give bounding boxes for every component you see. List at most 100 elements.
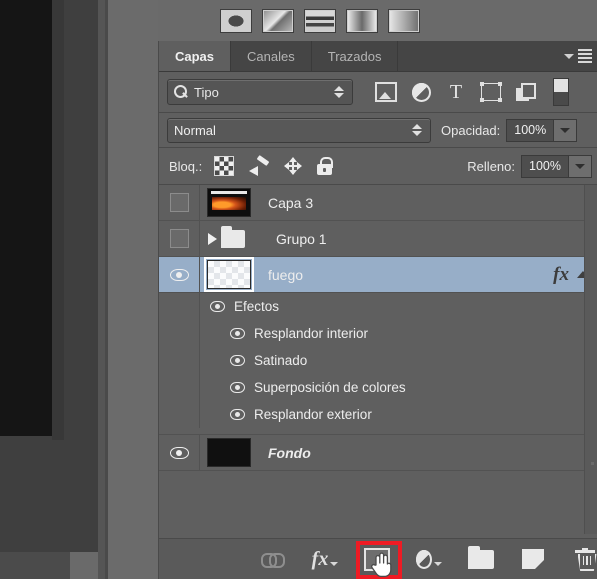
gradient-presets-strip: [158, 0, 597, 42]
fill-value[interactable]: 100%: [521, 154, 569, 178]
layer-fx-badge[interactable]: fx: [553, 264, 577, 286]
effect-name-resplandor-interior[interactable]: Resplandor interior: [245, 326, 368, 341]
list-item[interactable]: Satinado: [159, 347, 597, 374]
effect-name-resplandor-exterior[interactable]: Resplandor exterior: [245, 407, 372, 422]
fx-icon: fx: [311, 547, 329, 570]
lock-row: Bloq.: Relleno: 100%: [159, 148, 597, 185]
fill-slider-button[interactable]: [569, 154, 592, 178]
table-row[interactable]: Grupo 1: [159, 221, 597, 257]
new-layer-icon: [522, 549, 544, 569]
selected-thumbnail-border: [204, 257, 254, 292]
layer-name-fondo[interactable]: Fondo: [258, 445, 586, 461]
search-icon: [174, 85, 188, 99]
linear-gradient-preset-icon[interactable]: [388, 8, 420, 33]
eye-on-icon[interactable]: [230, 328, 245, 339]
smart-object-filter-icon[interactable]: [515, 81, 537, 103]
folder-icon: [468, 545, 494, 569]
add-layer-mask-button[interactable]: [364, 546, 390, 572]
layer-style-button[interactable]: fx: [311, 546, 339, 572]
layer-list-scrollbar[interactable]: [584, 185, 597, 534]
chevron-down-icon: [564, 53, 574, 59]
new-layer-button[interactable]: [520, 546, 546, 572]
eye-on-icon[interactable]: [230, 382, 245, 393]
panel-menu-button[interactable]: [564, 47, 592, 65]
filter-enable-toggle[interactable]: [553, 78, 569, 106]
opacity-label: Opacidad:: [441, 122, 501, 138]
tab-trazados-label: Trazados: [327, 48, 382, 64]
tab-trazados[interactable]: Trazados: [312, 41, 399, 71]
radial-gradient-preset-icon[interactable]: [220, 8, 252, 33]
layer-visibility-toggle-grupo1[interactable]: [159, 221, 200, 256]
layer-thumbnail-fondo[interactable]: [200, 435, 258, 470]
table-row[interactable]: fuego fx: [159, 257, 597, 293]
effect-name-superposicion-de-colores[interactable]: Superposición de colores: [245, 380, 406, 395]
lock-all-icon[interactable]: [317, 157, 334, 175]
layer-thumbnail-fuego[interactable]: [200, 257, 258, 292]
layer-visibility-toggle-fondo[interactable]: [159, 435, 200, 470]
layer-list[interactable]: Capa 3 Grupo 1 fuego fx Efectos Respland…: [159, 185, 597, 534]
eye-off-icon: [169, 229, 189, 248]
effects-group-label: Efectos: [234, 299, 280, 314]
transparent-checker-thumbnail-icon: [207, 260, 251, 289]
folder-icon: [221, 225, 245, 248]
wave-gradient-preset-icon[interactable]: [304, 8, 336, 33]
blend-mode-row: Normal Opacidad: 100%: [159, 113, 597, 148]
tab-canales-label: Canales: [247, 48, 295, 64]
link-layers-button[interactable]: [260, 546, 286, 572]
eye-on-icon: [169, 268, 189, 281]
opacity-slider-button[interactable]: [554, 118, 578, 142]
eye-on-icon[interactable]: [210, 301, 225, 312]
opacity-value[interactable]: 100%: [506, 118, 555, 142]
effect-eye-cell: [159, 374, 200, 401]
layer-name-capa3[interactable]: Capa 3: [258, 195, 597, 211]
black-thumbnail-icon: [207, 438, 251, 467]
effect-eye-cell: [159, 401, 200, 428]
pixel-layer-filter-icon[interactable]: [375, 81, 397, 103]
chevron-down-icon: [434, 562, 442, 566]
blend-mode-select[interactable]: Normal: [167, 117, 431, 143]
tab-capas[interactable]: Capas: [159, 41, 232, 71]
list-item[interactable]: Superposición de colores: [159, 374, 597, 401]
eye-on-icon[interactable]: [230, 355, 245, 366]
trash-icon: [575, 548, 597, 571]
new-group-button[interactable]: [468, 545, 494, 572]
type-layer-filter-icon[interactable]: T: [445, 81, 467, 103]
adjustment-icon: [416, 549, 432, 569]
lock-icons: [214, 156, 334, 176]
delete-layer-button[interactable]: [572, 546, 597, 572]
link-icon: [261, 553, 285, 568]
group-expand-toggle-grupo1[interactable]: [200, 221, 266, 256]
effect-eye-cell: [159, 320, 200, 347]
blend-mode-value: Normal: [174, 122, 216, 138]
effect-name-satinado[interactable]: Satinado: [245, 353, 307, 368]
layer-name-fuego[interactable]: fuego: [258, 267, 553, 283]
table-row[interactable]: Fondo: [159, 434, 597, 471]
lock-transparent-pixels-icon[interactable]: [214, 156, 235, 176]
list-item[interactable]: Resplandor exterior: [159, 401, 597, 428]
filter-kind-icons: T: [375, 81, 537, 103]
lock-image-pixels-icon[interactable]: [249, 157, 269, 176]
eye-on-icon: [169, 446, 189, 459]
adjustment-layer-filter-icon[interactable]: [410, 81, 432, 103]
eye-off-icon: [169, 193, 189, 212]
eye-on-icon[interactable]: [230, 409, 245, 420]
table-row[interactable]: Capa 3: [159, 185, 597, 221]
lock-position-icon[interactable]: [284, 157, 303, 175]
diagonal-gradient-preset-icon[interactable]: [262, 8, 294, 33]
list-item[interactable]: Efectos: [159, 293, 597, 320]
mask-icon: [364, 547, 390, 571]
shape-layer-filter-icon[interactable]: [480, 81, 502, 103]
tab-canales[interactable]: Canales: [231, 41, 312, 71]
photoshop-layers-panel-screenshot: Capas Canales Trazados Tipo T Normal Opa…: [0, 0, 597, 579]
stepper-icon[interactable]: [334, 86, 344, 98]
layer-name-grupo1[interactable]: Grupo 1: [266, 231, 597, 247]
layer-visibility-toggle-capa3[interactable]: [159, 185, 200, 220]
list-item[interactable]: Resplandor interior: [159, 320, 597, 347]
layer-thumbnail-capa3[interactable]: [200, 185, 258, 220]
reflected-gradient-preset-icon[interactable]: [346, 8, 378, 33]
layer-visibility-toggle-fuego[interactable]: [159, 257, 200, 292]
filter-type-select[interactable]: Tipo: [167, 79, 353, 105]
new-adjustment-layer-button[interactable]: [416, 546, 442, 572]
filter-type-value: Tipo: [194, 84, 219, 100]
blend-mode-stepper-icon[interactable]: [412, 124, 422, 136]
